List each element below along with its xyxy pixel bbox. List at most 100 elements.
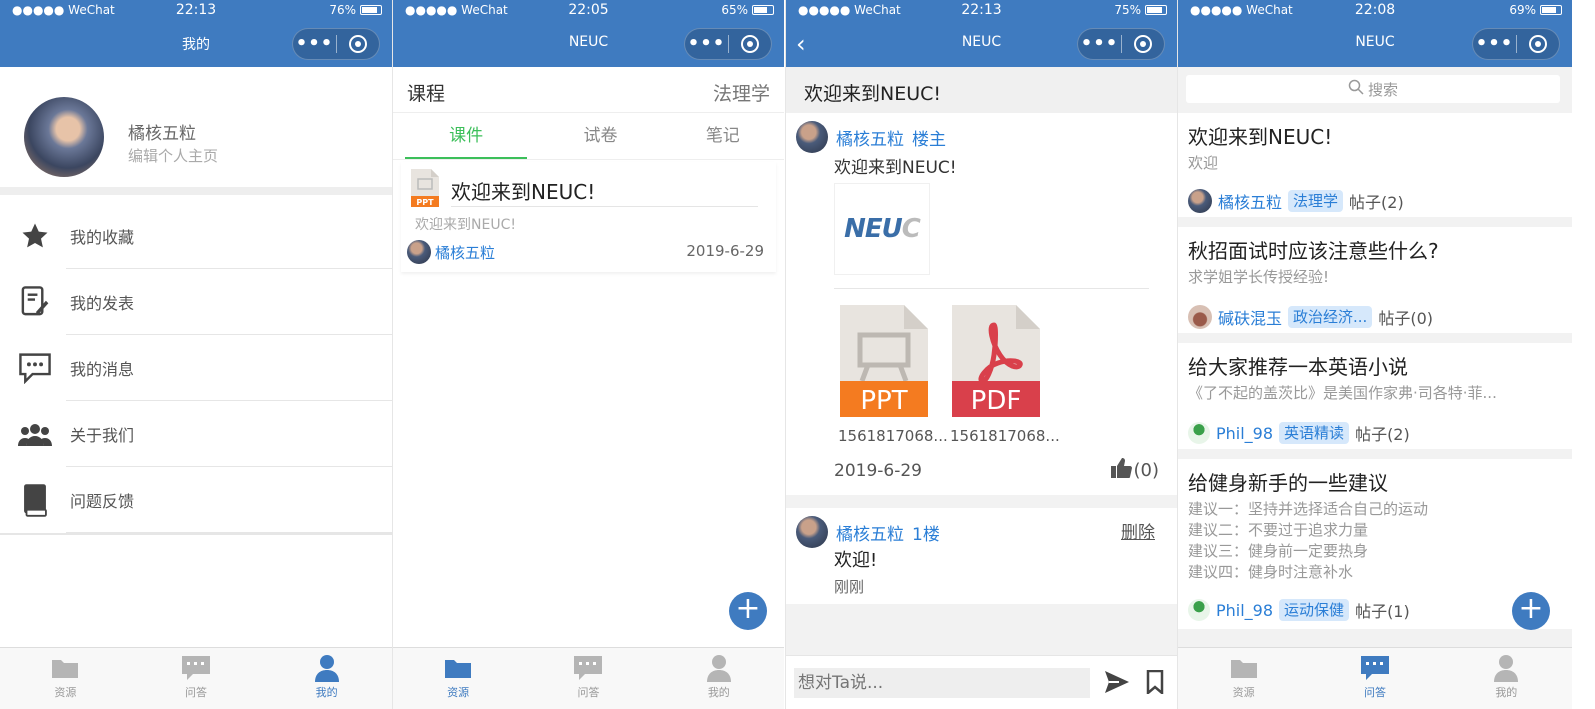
mini-program-capsule[interactable]: ••• <box>292 28 380 60</box>
course-value[interactable]: 法理学 <box>713 79 770 106</box>
comment-input[interactable] <box>794 668 1090 698</box>
menu-item-messages[interactable]: 我的消息 <box>0 335 392 401</box>
question-title: 给大家推荐一本英语小说 <box>1188 355 1408 379</box>
tab-exams[interactable]: 试卷 <box>539 114 661 159</box>
add-question-button[interactable]: + <box>1512 592 1550 630</box>
profile-name: 橘核五粒 <box>128 124 196 144</box>
tab-resources[interactable]: 资源 <box>1178 648 1309 709</box>
delete-button[interactable]: 删除 <box>1121 518 1155 543</box>
screen-profile: ●●●●● WeChat 22:13 76% 我的 ••• 橘核五粒 编辑个人主… <box>0 0 392 709</box>
like-count: (0) <box>1133 460 1160 481</box>
edit-profile-link[interactable]: 编辑个人主页 <box>128 145 218 166</box>
post-image[interactable]: NEU C <box>834 183 930 275</box>
question-card[interactable]: 给大家推荐一本英语小说 《了不起的盖茨比》是美国作家弗·司各特·菲... Phi… <box>1178 343 1572 449</box>
more-icon[interactable]: ••• <box>293 29 336 59</box>
question-card[interactable]: 秋招面试时应该注意些什么? 求学姐学长传授经验! 碱砆混玉 政治经济... 帖子… <box>1178 227 1572 333</box>
menu-label: 关于我们 <box>70 426 135 445</box>
menu-item-favorites[interactable]: 我的收藏 <box>0 203 392 269</box>
search-input[interactable]: 搜索 <box>1186 75 1560 103</box>
tab-me[interactable]: 我的 <box>1441 648 1572 709</box>
avatar[interactable] <box>796 121 828 153</box>
like-button[interactable]: (0) <box>1110 457 1160 484</box>
divider <box>0 533 392 535</box>
attachment-ppt[interactable]: PPT 1561817068... <box>838 303 948 445</box>
avatar[interactable] <box>796 516 828 548</box>
folder-icon <box>444 654 472 682</box>
tab-qa[interactable]: 问答 <box>131 648 262 709</box>
category-tag[interactable]: 法理学 <box>1288 190 1344 212</box>
page-margin <box>1572 0 1595 709</box>
avatar[interactable] <box>24 97 104 177</box>
author-name[interactable]: Phil_98 <box>1216 601 1273 620</box>
author-name[interactable]: 橘核五粒 <box>1218 189 1282 213</box>
close-mini-program-icon[interactable] <box>729 35 771 53</box>
logo-text-c: C <box>901 214 921 244</box>
ppt-file-icon: PPT <box>838 303 930 419</box>
post-header-title: 欢迎来到NEUC! <box>804 83 942 105</box>
close-mini-program-icon[interactable] <box>337 35 379 53</box>
avatar <box>1188 599 1210 621</box>
more-icon[interactable]: ••• <box>1473 29 1516 59</box>
tab-label: 问答 <box>185 686 207 699</box>
top-bar: ●●●●● WeChat 22:13 75% ‹ NEUC ••• <box>786 0 1177 67</box>
more-icon[interactable]: ••• <box>685 29 728 59</box>
question-desc-line: 建议二：不要过于追求力量 <box>1188 521 1369 539</box>
reply-author[interactable]: 橘核五粒 1楼 <box>796 516 940 548</box>
person-icon <box>1493 654 1519 682</box>
author-name[interactable]: 碱砆混玉 <box>1218 305 1282 329</box>
file-name: 1561817068... <box>838 427 948 445</box>
top-bar: ●●●●● WeChat 22:08 69% NEUC ••• <box>1178 0 1572 67</box>
tab-resources[interactable]: 资源 <box>393 648 523 709</box>
question-desc: 《了不起的盖茨比》是美国作家弗·司各特·菲... <box>1188 384 1497 402</box>
card-author[interactable]: 橘核五粒 <box>407 240 495 264</box>
material-tabs: 课件 试卷 笔记 <box>393 114 784 160</box>
chat-icon <box>1360 654 1390 682</box>
top-bar: ●●●●● WeChat 22:05 65% NEUC ••• <box>393 0 784 67</box>
author-name: 橘核五粒 <box>836 129 904 150</box>
tab-me[interactable]: 我的 <box>654 648 784 709</box>
pdf-file-icon: PDF <box>950 303 1042 419</box>
add-button[interactable]: + <box>729 592 767 630</box>
target-dot <box>1534 41 1541 47</box>
category-tag[interactable]: 政治经济... <box>1288 306 1373 328</box>
profile-header[interactable]: 橘核五粒 编辑个人主页 <box>0 67 392 195</box>
post-date: 2019-6-29 <box>834 461 922 481</box>
avatar <box>1188 305 1212 329</box>
card-description: 欢迎来到NEUC! <box>415 217 516 233</box>
tab-qa[interactable]: 问答 <box>1309 648 1440 709</box>
send-icon[interactable] <box>1104 670 1130 698</box>
close-mini-program-icon[interactable] <box>1517 35 1559 53</box>
mini-program-capsule[interactable]: ••• <box>1077 28 1165 60</box>
battery-percent: 75% <box>1114 3 1141 17</box>
author-name[interactable]: Phil_98 <box>1216 424 1273 443</box>
reply-item: 橘核五粒 1楼 删除 欢迎! 刚刚 <box>786 508 1177 604</box>
screen-course: ●●●●● WeChat 22:05 65% NEUC ••• 课程 法理学 课… <box>392 0 784 709</box>
course-row[interactable]: 课程 法理学 <box>393 67 784 113</box>
target-ring <box>1528 35 1547 53</box>
target-dot <box>354 41 361 47</box>
menu-item-posts[interactable]: 我的发表 <box>0 269 392 335</box>
post-author[interactable]: 橘核五粒 楼主 <box>796 121 946 153</box>
mini-program-capsule[interactable]: ••• <box>1472 28 1560 60</box>
tab-resources[interactable]: 资源 <box>0 648 131 709</box>
courseware-card[interactable]: PPT 欢迎来到NEUC! 欢迎来到NEUC! 橘核五粒 2019-6-29 <box>401 162 776 272</box>
battery-icon <box>360 5 382 15</box>
category-tag[interactable]: 英语精读 <box>1279 422 1350 444</box>
attachment-pdf[interactable]: PDF 1561817068... <box>950 303 1060 445</box>
battery: 69% <box>1509 3 1562 17</box>
close-mini-program-icon[interactable] <box>1122 35 1164 53</box>
mini-program-capsule[interactable]: ••• <box>684 28 772 60</box>
question-card[interactable]: 欢迎来到NEUC! 欢迎 橘核五粒 法理学 帖子(2) <box>1178 113 1572 217</box>
tab-me[interactable]: 我的 <box>261 648 392 709</box>
tab-qa[interactable]: 问答 <box>523 648 653 709</box>
more-icon[interactable]: ••• <box>1078 29 1121 59</box>
category-tag[interactable]: 运动保健 <box>1279 599 1350 621</box>
tab-courseware[interactable]: 课件 <box>405 114 528 159</box>
tab-notes[interactable]: 笔记 <box>662 114 784 159</box>
menu-item-about[interactable]: 关于我们 <box>0 401 392 467</box>
menu-item-feedback[interactable]: 问题反馈 <box>0 467 392 533</box>
bookmark-icon[interactable] <box>1146 669 1164 698</box>
thumbs-up-icon <box>1110 457 1132 484</box>
person-icon <box>314 654 340 682</box>
logo-text: NEU <box>844 214 903 244</box>
